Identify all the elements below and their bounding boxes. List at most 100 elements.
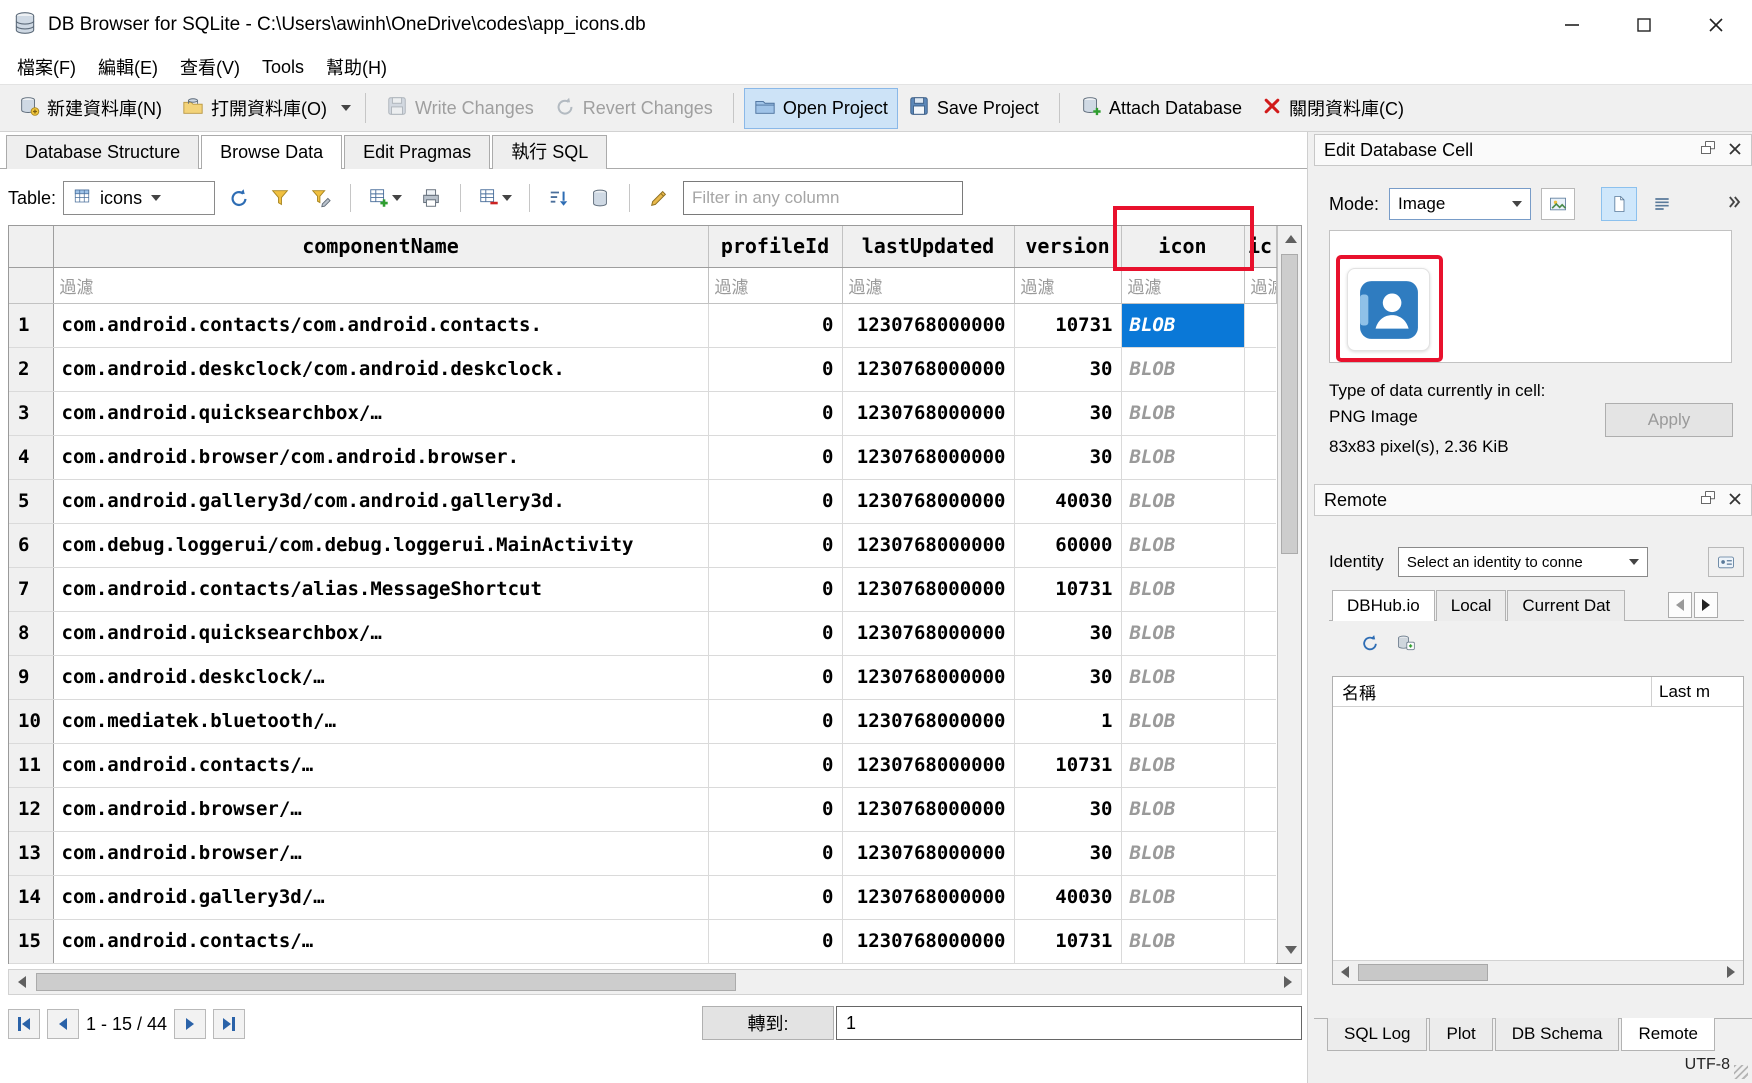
row-number[interactable]: 14 xyxy=(9,875,53,919)
cell-version[interactable]: 10731 xyxy=(1014,567,1121,611)
row-number[interactable]: 1 xyxy=(9,303,53,347)
cell-lastUpdated[interactable]: 1230768000000 xyxy=(842,347,1014,391)
cell-icon[interactable]: BLOB xyxy=(1121,875,1244,919)
cell-lastUpdated[interactable]: 1230768000000 xyxy=(842,523,1014,567)
save-project-button[interactable]: Save Project xyxy=(898,88,1049,129)
cell-icon[interactable]: BLOB xyxy=(1121,919,1244,963)
horizontal-scrollbar-thumb[interactable] xyxy=(36,973,736,991)
cell-version[interactable]: 10731 xyxy=(1014,919,1121,963)
scroll-right-button[interactable] xyxy=(1275,970,1301,994)
row-number[interactable]: 5 xyxy=(9,479,53,523)
row-number[interactable]: 3 xyxy=(9,391,53,435)
cell-version[interactable]: 30 xyxy=(1014,655,1121,699)
float-panel-button[interactable] xyxy=(1700,140,1716,161)
text-mode-toggle-button[interactable] xyxy=(1601,187,1637,221)
close-database-button[interactable]: 關閉資料庫(C) xyxy=(1252,88,1414,128)
toolbar-overflow-button[interactable] xyxy=(1724,192,1744,217)
cell-version[interactable]: 30 xyxy=(1014,435,1121,479)
remote-horizontal-scrollbar[interactable] xyxy=(1333,960,1743,984)
print-button[interactable] xyxy=(414,182,448,214)
cell-componentName[interactable]: com.android.contacts/… xyxy=(53,743,708,787)
close-panel-button[interactable] xyxy=(1728,140,1742,161)
cell-componentName[interactable]: com.android.contacts/alias.MessageShortc… xyxy=(53,567,708,611)
column-header-partial[interactable]: ic xyxy=(1244,226,1276,267)
cell-version[interactable]: 30 xyxy=(1014,611,1121,655)
remote-tab-dbhub[interactable]: DBHub.io xyxy=(1332,590,1435,621)
column-header-icon[interactable]: icon xyxy=(1121,226,1244,267)
cell-partial[interactable] xyxy=(1244,479,1276,523)
scroll-left-button[interactable] xyxy=(9,970,35,994)
cell-componentName[interactable]: com.android.deskclock/… xyxy=(53,655,708,699)
first-page-button[interactable] xyxy=(8,1009,40,1039)
cell-lastUpdated[interactable]: 1230768000000 xyxy=(842,435,1014,479)
cell-partial[interactable] xyxy=(1244,391,1276,435)
cell-partial[interactable] xyxy=(1244,523,1276,567)
cell-componentName[interactable]: com.android.contacts/… xyxy=(53,919,708,963)
cell-lastUpdated[interactable]: 1230768000000 xyxy=(842,611,1014,655)
filter-any-column-input[interactable] xyxy=(683,181,963,215)
column-header-lastUpdated[interactable]: lastUpdated xyxy=(842,226,1014,267)
delete-record-button[interactable] xyxy=(473,182,517,214)
cell-icon[interactable]: BLOB xyxy=(1121,787,1244,831)
remote-tab-local[interactable]: Local xyxy=(1436,590,1507,621)
word-wrap-button[interactable] xyxy=(1647,194,1677,214)
cell-version[interactable]: 30 xyxy=(1014,391,1121,435)
cell-icon[interactable]: BLOB xyxy=(1121,699,1244,743)
cell-partial[interactable] xyxy=(1244,787,1276,831)
row-number[interactable]: 8 xyxy=(9,611,53,655)
remote-tab-current-database[interactable]: Current Dat xyxy=(1507,590,1625,621)
tab-scroll-left-button[interactable] xyxy=(1668,592,1692,618)
filter-cell-version[interactable]: 過濾 xyxy=(1014,267,1121,303)
cell-version[interactable]: 1 xyxy=(1014,699,1121,743)
cell-profileId[interactable]: 0 xyxy=(708,743,842,787)
next-page-button[interactable] xyxy=(174,1009,206,1039)
menu-view[interactable]: 查看(V) xyxy=(169,50,251,84)
dock-tab-db-schema[interactable]: DB Schema xyxy=(1495,1018,1620,1051)
float-panel-button[interactable] xyxy=(1700,490,1716,511)
blob-image-thumbnail[interactable] xyxy=(1347,268,1430,351)
row-number[interactable]: 7 xyxy=(9,567,53,611)
cell-componentName[interactable]: com.android.browser/… xyxy=(53,787,708,831)
cell-version[interactable]: 40030 xyxy=(1014,479,1121,523)
scroll-right-button[interactable] xyxy=(1719,961,1743,983)
remote-clone-button[interactable] xyxy=(1396,633,1416,658)
name-column-header[interactable]: 名稱 xyxy=(1333,679,1376,704)
last-page-button[interactable] xyxy=(213,1009,245,1039)
cell-componentName[interactable]: com.debug.loggerui/com.debug.loggerui.Ma… xyxy=(53,523,708,567)
cell-version[interactable]: 10731 xyxy=(1014,303,1121,347)
tab-database-structure[interactable]: Database Structure xyxy=(6,135,199,169)
open-database-button[interactable]: 打開資料庫(O) xyxy=(172,88,337,129)
cell-lastUpdated[interactable]: 1230768000000 xyxy=(842,655,1014,699)
cell-componentName[interactable]: com.android.contacts/com.android.contact… xyxy=(53,303,708,347)
cell-icon[interactable]: BLOB xyxy=(1121,831,1244,875)
vertical-scrollbar-thumb[interactable] xyxy=(1281,254,1299,554)
menu-tools[interactable]: Tools xyxy=(251,53,315,82)
filter-cell-partial[interactable]: 過濾 xyxy=(1244,267,1276,303)
cell-partial[interactable] xyxy=(1244,831,1276,875)
column-header-version[interactable]: version xyxy=(1014,226,1121,267)
menu-help[interactable]: 幫助(H) xyxy=(315,50,398,84)
write-changes-button[interactable]: Write Changes xyxy=(376,88,544,129)
dock-tab-sql-log[interactable]: SQL Log xyxy=(1327,1018,1427,1051)
cell-version[interactable]: 10731 xyxy=(1014,743,1121,787)
database-cell-button[interactable] xyxy=(583,182,617,214)
row-number[interactable]: 6 xyxy=(9,523,53,567)
cell-icon[interactable]: BLOB xyxy=(1121,655,1244,699)
filter-cell-componentName[interactable]: 過濾 xyxy=(53,267,708,303)
cell-lastUpdated[interactable]: 1230768000000 xyxy=(842,743,1014,787)
cell-icon[interactable]: BLOB xyxy=(1121,391,1244,435)
cell-version[interactable]: 30 xyxy=(1014,831,1121,875)
cell-profileId[interactable]: 0 xyxy=(708,611,842,655)
horizontal-scrollbar[interactable] xyxy=(8,969,1302,995)
cell-lastUpdated[interactable]: 1230768000000 xyxy=(842,303,1014,347)
row-number[interactable]: 13 xyxy=(9,831,53,875)
cell-icon[interactable]: BLOB xyxy=(1121,347,1244,391)
cell-componentName[interactable]: com.android.quicksearchbox/… xyxy=(53,611,708,655)
vertical-scrollbar[interactable] xyxy=(1277,226,1302,963)
tab-scroll-right-button[interactable] xyxy=(1694,592,1718,618)
cell-partial[interactable] xyxy=(1244,875,1276,919)
close-panel-button[interactable] xyxy=(1728,490,1742,511)
cell-lastUpdated[interactable]: 1230768000000 xyxy=(842,699,1014,743)
dock-tab-plot[interactable]: Plot xyxy=(1429,1018,1492,1051)
cell-componentName[interactable]: com.android.gallery3d/com.android.galler… xyxy=(53,479,708,523)
